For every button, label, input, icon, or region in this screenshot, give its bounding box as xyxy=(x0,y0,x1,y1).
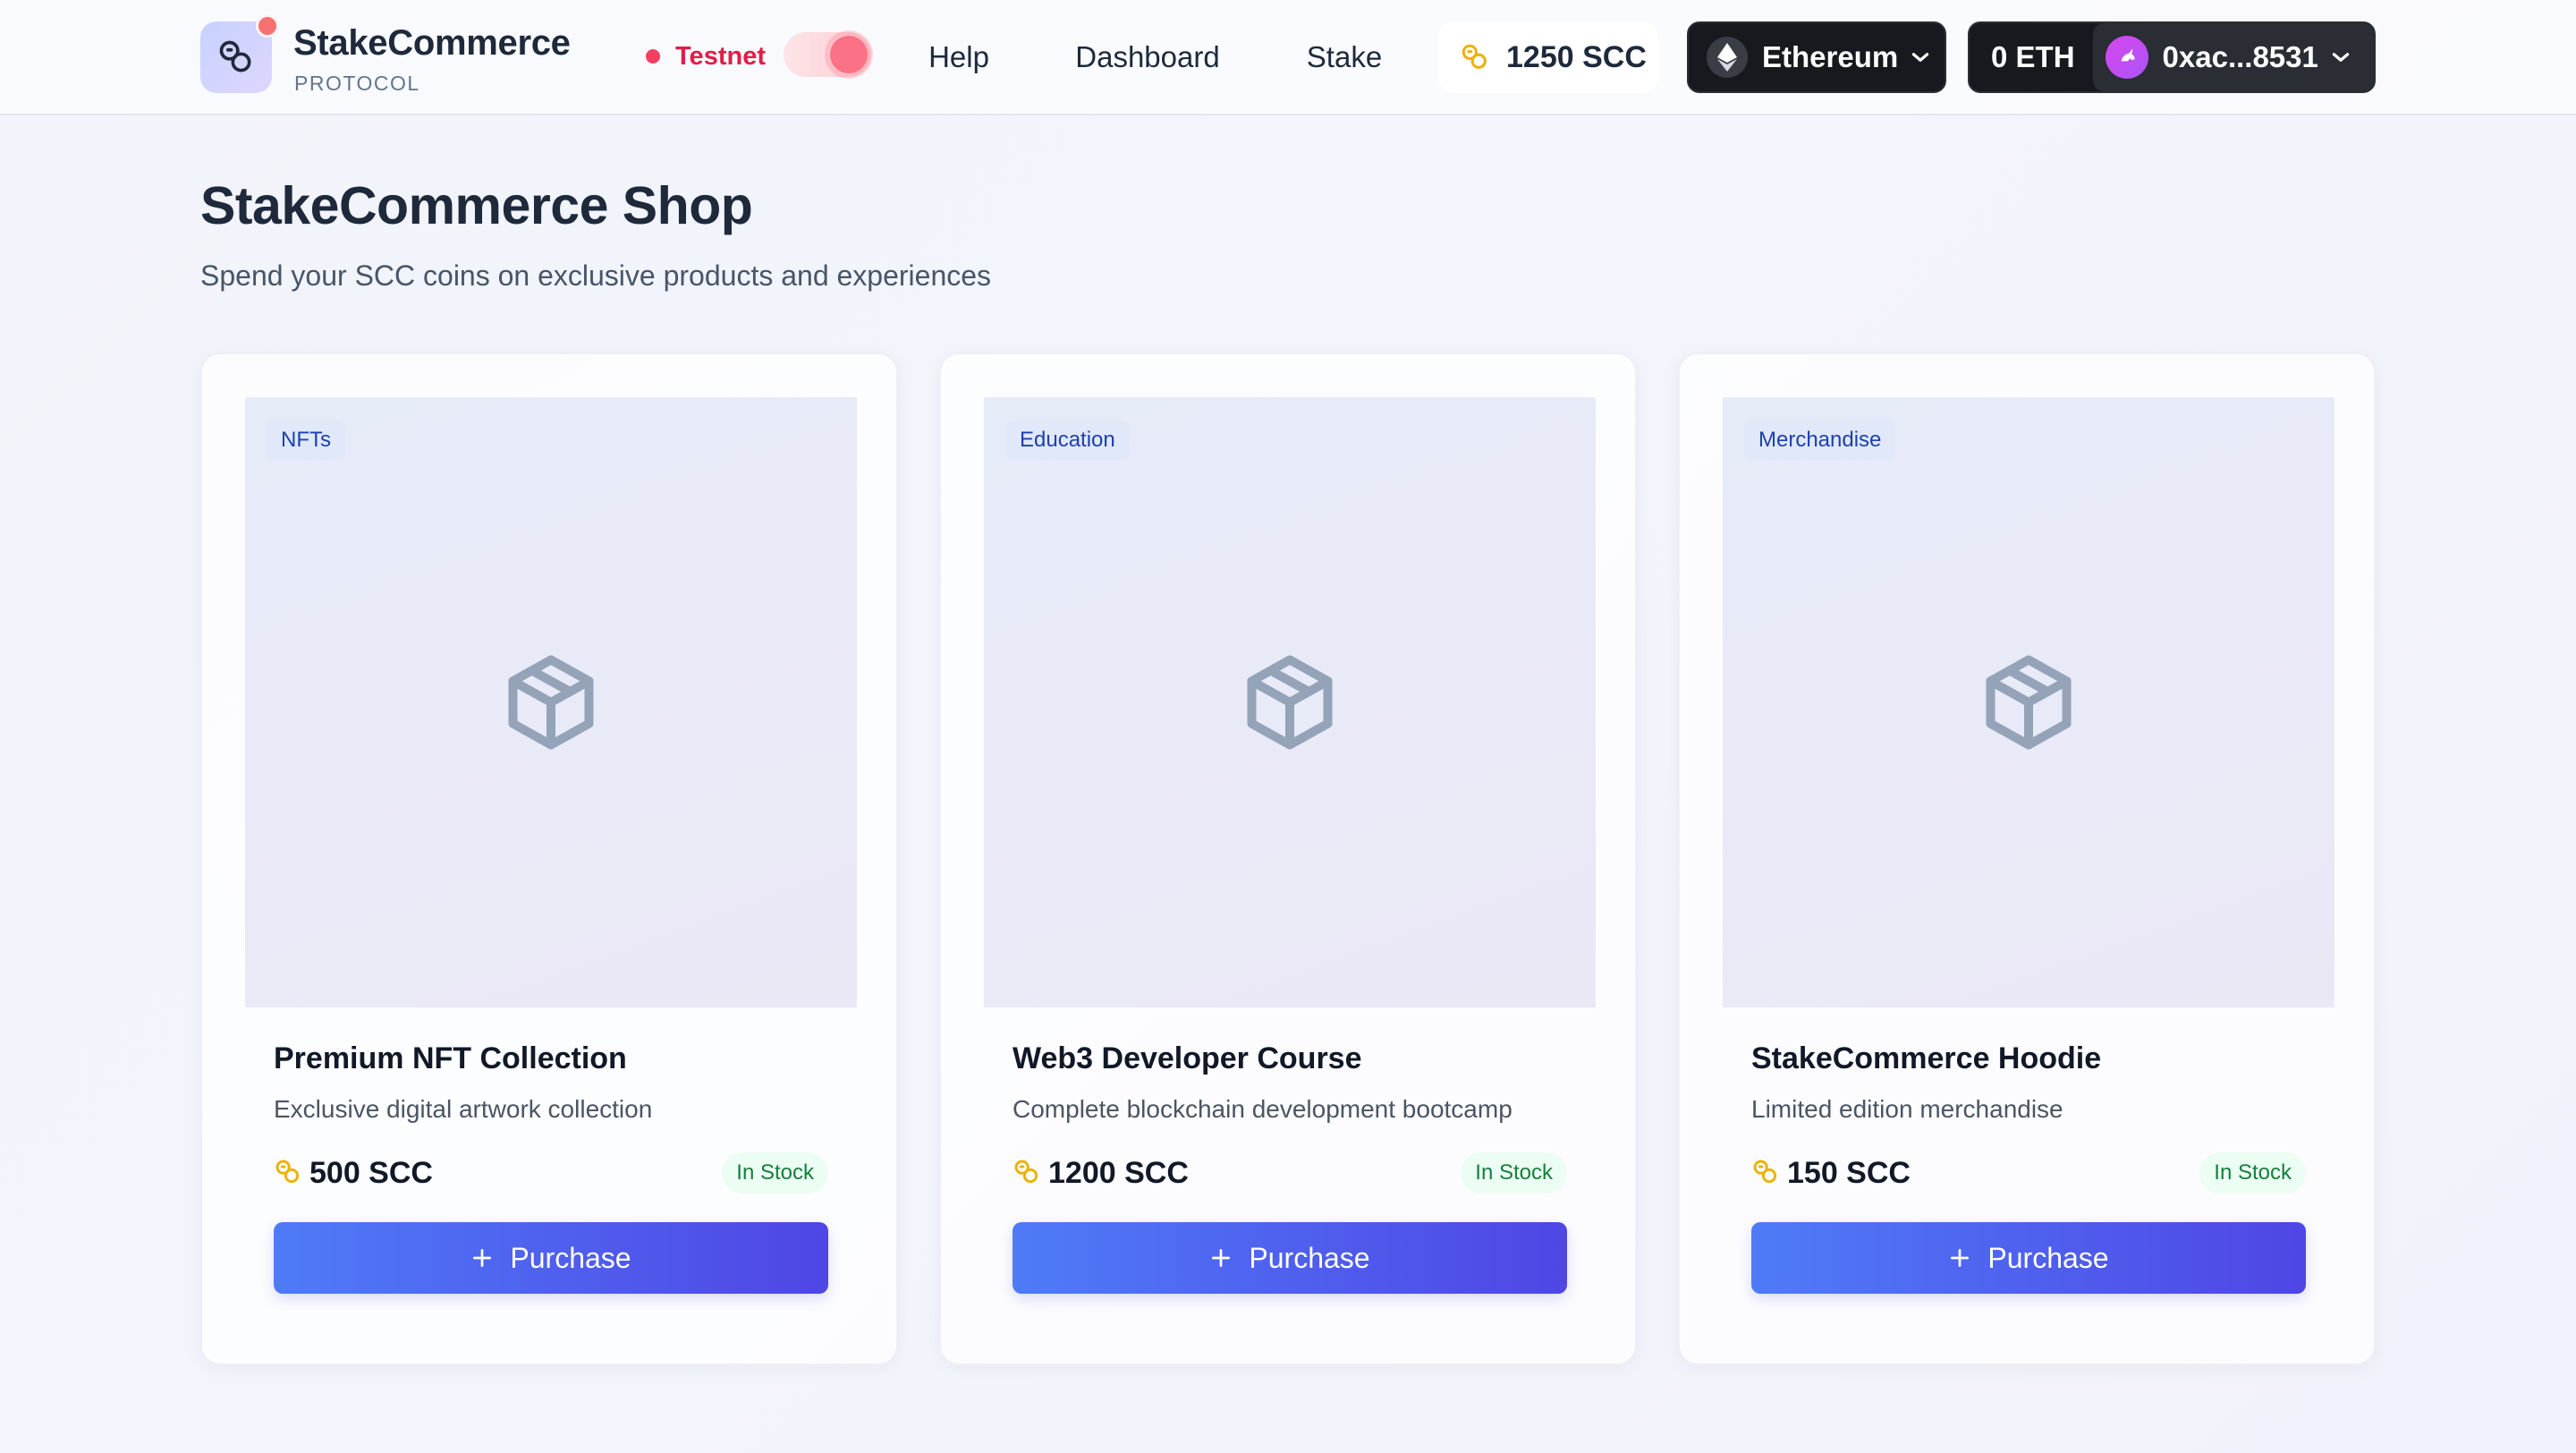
nav-help[interactable]: Help xyxy=(898,25,1020,89)
product-description: Complete blockchain development bootcamp xyxy=(1013,1095,1513,1123)
coins-logo-icon xyxy=(219,40,251,72)
purchase-button[interactable]: Purchase xyxy=(1013,1222,1567,1294)
coin-icon xyxy=(275,1160,300,1184)
account-selector[interactable]: 0xac...8531 xyxy=(2092,23,2374,91)
product-card: Merchandise StakeCommerce Hoodie Limited… xyxy=(1678,353,2376,1365)
purchase-label: Purchase xyxy=(510,1241,631,1274)
brand-name: StakeCommerce xyxy=(293,23,571,63)
purchase-button[interactable]: Purchase xyxy=(274,1222,828,1294)
nav-stake[interactable]: Stake xyxy=(1272,25,1417,89)
testnet-toggle[interactable] xyxy=(784,32,871,77)
product-image[interactable]: Education xyxy=(984,397,1596,1007)
top-navbar: StakeCommerce PROTOCOL Testnet Help Dash… xyxy=(0,0,2576,115)
nav-dashboard[interactable]: Dashboard xyxy=(1046,25,1249,89)
stock-badge: In Stock xyxy=(1461,1152,1567,1194)
chevron-down-icon xyxy=(2332,53,2350,62)
product-title: Web3 Developer Course xyxy=(1013,1041,1362,1075)
wallet-address: 0xac...8531 xyxy=(2162,40,2318,73)
category-badge: NFTs xyxy=(267,421,345,460)
eth-balance: 0 ETH xyxy=(1991,40,2075,73)
category-badge: Merchandise xyxy=(1744,421,1896,460)
stock-badge: In Stock xyxy=(722,1152,828,1194)
category-badge: Education xyxy=(1005,421,1130,460)
coin-icon xyxy=(1462,44,1487,69)
price-row: 1200 SCC In Stock xyxy=(1013,1152,1567,1195)
product-card: NFTs Premium NFT Collection Exclusive di… xyxy=(200,353,898,1365)
product-price: 500 SCC xyxy=(309,1156,433,1190)
product-title: Premium NFT Collection xyxy=(274,1041,627,1075)
product-title: StakeCommerce Hoodie xyxy=(1751,1041,2102,1075)
product-description: Exclusive digital artwork collection xyxy=(274,1095,653,1123)
notification-dot xyxy=(256,14,279,38)
product-description: Limited edition merchandise xyxy=(1751,1095,2063,1123)
price-row: 150 SCC In Stock xyxy=(1751,1152,2306,1195)
coin-icon xyxy=(1014,1160,1038,1184)
package-icon xyxy=(1986,655,2072,750)
toggle-knob xyxy=(830,36,868,73)
purchase-label: Purchase xyxy=(1987,1241,2109,1274)
wallet-button[interactable]: 0 ETH 0xac...8531 xyxy=(1968,21,2376,93)
page-title: StakeCommerce Shop xyxy=(200,176,753,235)
chain-label: Ethereum xyxy=(1762,40,1899,73)
product-image[interactable]: Merchandise xyxy=(1723,397,2334,1007)
unicorn-avatar-icon xyxy=(2121,48,2135,64)
product-image[interactable]: NFTs xyxy=(245,397,857,1007)
scc-balance[interactable]: 1250 SCC xyxy=(1438,21,1658,93)
logo[interactable] xyxy=(200,14,279,93)
price-row: 500 SCC In Stock xyxy=(274,1152,828,1195)
network-status-dot xyxy=(646,49,660,64)
page-subtitle: Spend your SCC coins on exclusive produc… xyxy=(200,259,992,292)
purchase-button[interactable]: Purchase xyxy=(1751,1222,2306,1294)
ethereum-icon xyxy=(1707,37,1748,78)
balance-amount: 1250 SCC xyxy=(1506,39,1647,74)
purchase-label: Purchase xyxy=(1249,1241,1370,1274)
product-card: Education Web3 Developer Course Complete… xyxy=(939,353,1637,1365)
coin-icon xyxy=(1753,1160,1777,1184)
chain-selector[interactable]: Ethereum xyxy=(1687,21,1946,93)
plus-icon xyxy=(1209,1246,1233,1270)
stock-badge: In Stock xyxy=(2199,1152,2306,1194)
package-icon xyxy=(508,655,594,750)
network-label: Testnet xyxy=(675,42,766,71)
brand-subtitle: PROTOCOL xyxy=(294,72,420,95)
package-icon xyxy=(1247,655,1333,750)
product-price: 150 SCC xyxy=(1787,1156,1911,1190)
plus-icon xyxy=(1948,1246,1971,1270)
chevron-down-icon xyxy=(1912,53,1929,62)
product-price: 1200 SCC xyxy=(1048,1156,1189,1190)
plus-icon xyxy=(470,1246,494,1270)
avatar xyxy=(2105,36,2148,79)
